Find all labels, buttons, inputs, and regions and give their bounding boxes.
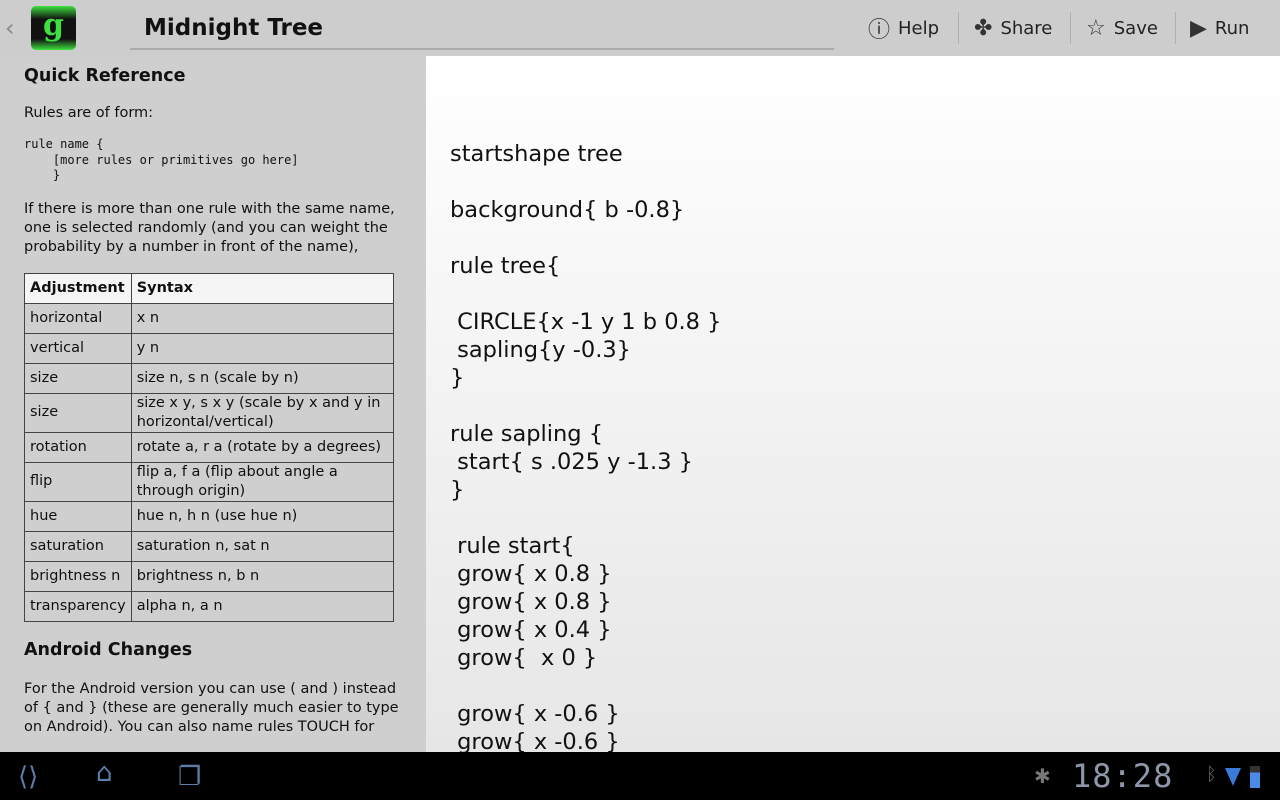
table-row: hue hue n, h n (use hue n)	[24, 500, 395, 532]
quick-reference-panel[interactable]: Quick Reference Rules are of form: rule …	[0, 56, 426, 752]
cell: size n, s n (scale by n)	[130, 362, 395, 394]
cell: size	[24, 392, 132, 433]
code-line[interactable]: CIRCLE{x -1 y 1 b 0.8 }	[450, 308, 1280, 336]
table-row: saturation saturation n, sat n	[24, 530, 395, 562]
header-syntax: Syntax	[130, 272, 395, 304]
code-editor[interactable]: startshape tree background{ b -0.8} rule t…	[426, 56, 1280, 752]
wifi-signal-icon	[1225, 768, 1241, 786]
cell: rotate a, r a (rotate by a degrees)	[130, 431, 395, 463]
table-row: rotation rotate a, r a (rotate by a degre…	[24, 431, 395, 463]
help-button[interactable]: ⓘ Help	[868, 0, 939, 56]
table-header: Adjustment Syntax	[24, 272, 395, 304]
code-line[interactable]: grow{ x 0.4 }	[450, 616, 1280, 644]
bluetooth-icon: ᛒ	[1206, 764, 1217, 785]
save-button[interactable]: ☆ Save	[1086, 0, 1158, 56]
code-line[interactable]	[450, 672, 1280, 700]
adjustment-table: Adjustment Syntax horizontal x n vertical y…	[24, 272, 395, 622]
back-chevron-icon[interactable]: ‹	[5, 14, 15, 42]
cell: size	[24, 362, 132, 394]
cell: transparency	[24, 590, 132, 622]
page-title[interactable]: Midnight Tree	[130, 0, 834, 50]
code-line[interactable]	[450, 504, 1280, 532]
share-icon: ✤	[974, 15, 993, 41]
code-line[interactable]: rule sapling {	[450, 420, 1280, 448]
table-row: transparency alpha n, a n	[24, 590, 395, 622]
table-row: brightness n brightness n, b n	[24, 560, 395, 592]
cell: vertical	[24, 332, 132, 364]
android-changes-text: For the Android version you can use ( an…	[24, 680, 399, 735]
star-icon: ☆	[1086, 15, 1106, 41]
code-line[interactable]: rule start{	[450, 532, 1280, 560]
code-line[interactable]: }	[450, 476, 1280, 504]
code-line[interactable]: grow{ x 0 }	[450, 644, 1280, 672]
table-row: size size x y, s x y (scale by x and y in…	[24, 392, 395, 433]
cell: brightness n, b n	[130, 560, 395, 592]
cell: flip	[24, 461, 132, 502]
code-line[interactable]: rule tree{	[450, 252, 1280, 280]
cell: flip a, f a (flip about angle a through …	[130, 461, 395, 502]
cell: brightness n	[24, 560, 132, 592]
header-adjustment: Adjustment	[24, 272, 132, 304]
back-nav-icon[interactable]: ⟨⟩	[18, 762, 38, 792]
code-line[interactable]: grow{ x 0.8 }	[450, 588, 1280, 616]
code-line[interactable]: }	[450, 364, 1280, 392]
rule-syntax-code: rule name { [more rules or primitives go…	[24, 137, 299, 182]
run-button[interactable]: ▶ Run	[1190, 0, 1249, 56]
intro-text: Rules are of form:	[24, 105, 154, 121]
clock: 18:28	[1072, 757, 1174, 795]
code-line[interactable]: grow{ x -0.6 }	[450, 728, 1280, 752]
action-bar: ‹ g Midnight Tree ⓘ Help ✤ Share ☆ Save ▶ Ru…	[0, 0, 1280, 56]
debug-bug-icon[interactable]: ✱	[1034, 764, 1051, 788]
home-nav-icon[interactable]: ⌂	[96, 758, 113, 788]
cell: saturation n, sat n	[130, 530, 395, 562]
code-line[interactable]: start{ s .025 y -1.3 }	[450, 448, 1280, 476]
android-changes-heading: Android Changes	[24, 639, 193, 660]
divider	[1070, 12, 1071, 44]
code-line[interactable]	[450, 280, 1280, 308]
table-row: horizontal x n	[24, 302, 395, 334]
cell: horizontal	[24, 302, 132, 334]
share-button[interactable]: ✤ Share	[974, 0, 1052, 56]
code-line[interactable]	[450, 392, 1280, 420]
cell: y n	[130, 332, 395, 364]
code-line[interactable]	[450, 168, 1280, 196]
table-row: vertical y n	[24, 332, 395, 364]
table-row: size size n, s n (scale by n)	[24, 362, 395, 394]
code-line[interactable]: grow{ x -0.6 }	[450, 700, 1280, 728]
divider	[958, 12, 959, 44]
code-line[interactable]: grow{ x 0.8 }	[450, 560, 1280, 588]
code-line[interactable]: background{ b -0.8}	[450, 196, 1280, 224]
help-label: Help	[898, 17, 940, 39]
cell: x n	[130, 302, 395, 334]
code-line[interactable]: sapling{y -0.3}	[450, 336, 1280, 364]
play-icon: ▶	[1190, 15, 1207, 41]
battery-icon	[1250, 766, 1260, 788]
recent-apps-icon[interactable]: ❐	[178, 762, 201, 792]
cell: saturation	[24, 530, 132, 562]
cell: size x y, s x y (scale by x and y in hor…	[130, 392, 395, 433]
rule-paragraph: If there is more than one rule with the …	[24, 200, 395, 255]
reference-heading: Quick Reference	[24, 66, 186, 86]
code-line[interactable]: startshape tree	[450, 140, 1280, 168]
cell: hue n, h n (use hue n)	[130, 500, 395, 532]
share-label: Share	[1000, 17, 1053, 39]
save-label: Save	[1113, 17, 1158, 39]
code-line[interactable]	[450, 224, 1280, 252]
divider	[1175, 12, 1176, 44]
app-logo[interactable]: g	[31, 6, 76, 50]
run-label: Run	[1214, 17, 1250, 39]
info-icon: ⓘ	[868, 18, 891, 43]
cell: hue	[24, 500, 132, 532]
table-row: flip flip a, f a (flip about angle a thro…	[24, 461, 395, 502]
cell: alpha n, a n	[130, 590, 395, 622]
cell: rotation	[24, 431, 132, 463]
